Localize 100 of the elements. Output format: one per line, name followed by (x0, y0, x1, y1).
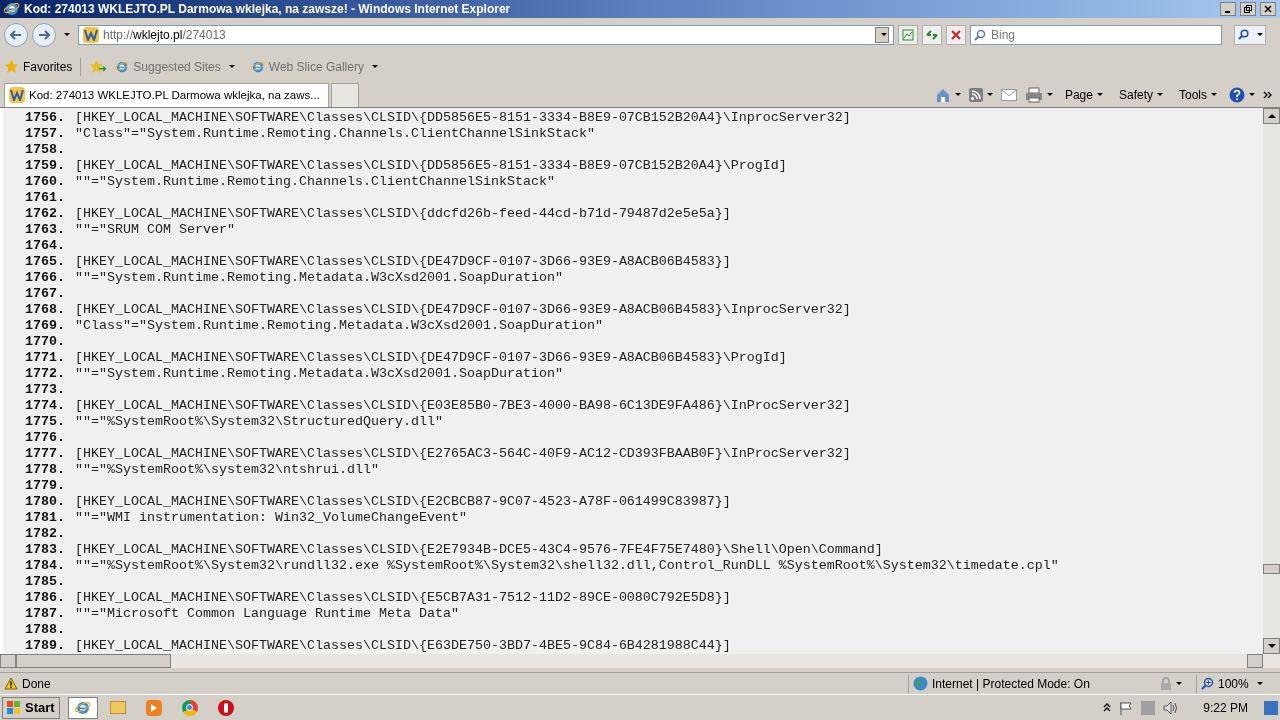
code-line: [HKEY_LOCAL_MACHINE\SOFTWARE\Classes\CLSID\{DE47D9CF-0107-3D66-93E9-A8ACB06B4583}\ProgId] (75, 349, 787, 366)
code-line: ""="SRUM COM Server" (75, 221, 235, 238)
dropdown-caret-icon (1046, 93, 1053, 97)
code-line: [HKEY_LOCAL_MACHINE\SOFTWARE\Classes\CLSID\{DD5856E5-8151-3334-B8E9-07CB152B20A4}\InprocServer32] (75, 109, 851, 126)
line-number: 1778. (24, 461, 65, 478)
line-number: 1758. (24, 141, 65, 158)
code-line: ""="%SystemRoot%\System32\StructuredQuery.dll" (75, 413, 443, 430)
print-icon[interactable] (1024, 86, 1043, 103)
line-number: 1784. (24, 557, 65, 574)
line-number: 1780. (24, 493, 65, 510)
dropdown-caret-icon (1211, 93, 1217, 97)
line-number: 1767. (24, 285, 65, 302)
line-number: 1762. (24, 205, 65, 222)
zoom-button[interactable]: 100% (1196, 674, 1276, 693)
line-number: 1773. (24, 381, 65, 398)
feed-icon[interactable] (968, 87, 983, 102)
line-number: 1774. (24, 397, 65, 414)
line-number: 1761. (24, 189, 65, 206)
help-icon[interactable] (1229, 86, 1245, 103)
flag-icon[interactable] (1119, 700, 1134, 715)
line-number: 1786. (24, 589, 65, 606)
code-line: "Class"="System.Runtime.Remoting.Metadata.W3cXsd2001.SoapDuration" (75, 317, 603, 334)
command-menu[interactable]: Page (1060, 85, 1107, 104)
command-menu[interactable]: Tools (1175, 85, 1221, 104)
security-zone: Internet | Protected Mode: On (932, 675, 1090, 693)
line-number: 1757. (24, 125, 65, 142)
code-line: [HKEY_LOCAL_MACHINE\SOFTWARE\Classes\CLSID\{DE47D9CF-0107-3D66-93E9-A8ACB06B4583}] (75, 253, 731, 270)
code-line: ""="WMI instrumentation: Win32_VolumeChangeEvent" (75, 509, 467, 526)
code-line: [HKEY_LOCAL_MACHINE\SOFTWARE\Classes\CLSID\{E2765AC3-564C-40F9-AC12-CD393FBAAB0F}\InProcServer32] (75, 445, 851, 462)
search-button[interactable] (1234, 24, 1266, 45)
page-icon (902, 28, 914, 41)
line-number: 1772. (24, 365, 65, 382)
code-line: ""="System.Runtime.Remoting.Metadata.W3cXsd2001.SoapDuration" (75, 365, 563, 382)
dropdown-caret-icon (986, 93, 993, 97)
line-number: 1768. (24, 301, 65, 318)
site-w-logo-icon (9, 87, 25, 104)
line-number: 1769. (24, 317, 65, 334)
command-menu[interactable]: Safety (1114, 85, 1167, 104)
line-number: 1764. (24, 237, 65, 254)
home-icon[interactable] (934, 86, 951, 103)
chrome-icon[interactable] (181, 699, 198, 716)
globe-icon (913, 676, 928, 692)
stop-button[interactable] (946, 24, 966, 45)
star-with-arrow-icon[interactable] (89, 59, 108, 75)
line-number: 1782. (24, 525, 65, 542)
line-number: 1785. (24, 573, 65, 590)
browser-e-icon (115, 59, 130, 74)
search-field[interactable]: Bing (970, 24, 1222, 45)
code-line: [HKEY_LOCAL_MACHINE\SOFTWARE\Classes\CLSID\{E2CBCB87-9C07-4523-A78F-061499C83987}] (75, 493, 731, 510)
browser-tab[interactable]: Kod: 274013 WKLEJTO.PL Darmowa wklejka, na zaws... (4, 82, 329, 107)
code-line: [HKEY_LOCAL_MACHINE\SOFTWARE\Classes\CLSID\{ddcfd26b-feed-44cd-b71d-79487d2e5e5a}] (75, 205, 731, 222)
double-chevron-icon[interactable] (1263, 90, 1272, 99)
back-button[interactable] (4, 22, 28, 47)
code-line: ""="Microsoft Common Language Runtime Meta Data" (75, 605, 459, 622)
start-button[interactable]: Start (2, 696, 60, 719)
vertical-scrollbar[interactable] (1263, 107, 1280, 655)
dropdown-caret-icon (64, 33, 70, 37)
address-field[interactable]: http://wklejto.pl/274013 (78, 24, 894, 45)
dropdown-caret-icon (1256, 33, 1263, 37)
line-number: 1776. (24, 429, 65, 446)
line-number: 1770. (24, 333, 65, 350)
code-line: [HKEY_LOCAL_MACHINE\SOFTWARE\Classes\CLSID\{E63DE750-3BD7-4BE5-9C84-6B4281988C44}] (75, 637, 731, 654)
refresh-button[interactable] (922, 24, 942, 45)
dropdown-caret-icon (1096, 93, 1103, 97)
line-number: 1789. (24, 637, 65, 654)
media-player-icon[interactable] (145, 699, 162, 716)
line-number: 1763. (24, 221, 65, 238)
mail-icon[interactable] (1000, 88, 1017, 101)
code-line: [HKEY_LOCAL_MACHINE\SOFTWARE\Classes\CLSID\{DE47D9CF-0107-3D66-93E9-A8ACB06B4583}\InprocServer32] (75, 301, 851, 318)
line-number: 1771. (24, 349, 65, 366)
line-number: 1788. (24, 621, 65, 638)
close-icon[interactable] (1260, 2, 1276, 16)
chevron-up-icon[interactable] (1103, 703, 1112, 713)
compatibility-button[interactable] (898, 24, 918, 45)
dropdown-button[interactable] (875, 26, 889, 43)
line-number: 1766. (24, 269, 65, 286)
dropdown-caret-icon (1249, 93, 1255, 97)
favorites-button[interactable]: Favorites (4, 57, 82, 76)
restore-icon[interactable] (1240, 2, 1256, 16)
refresh-icon (925, 28, 939, 41)
dropdown-caret-icon (954, 93, 961, 97)
minimize-icon[interactable] (1220, 2, 1236, 16)
clock: 9:22 PM (1203, 699, 1248, 717)
line-number: 1777. (24, 445, 65, 462)
right-arrow-icon (38, 29, 50, 40)
dropdown-caret-icon (371, 65, 378, 69)
code-line: ""="System.Runtime.Remoting.Channels.ClientChannelSinkStack" (75, 173, 555, 190)
forward-button[interactable] (32, 22, 56, 47)
opera-icon[interactable] (217, 699, 234, 716)
horizontal-scrollbar[interactable] (0, 654, 1280, 669)
code-line: [HKEY_LOCAL_MACHINE\SOFTWARE\Classes\CLSID\{E5CB7A31-7512-11D2-89CE-0080C792E5D8}] (75, 589, 731, 606)
windows-logo-icon (7, 700, 21, 715)
line-number: 1775. (24, 413, 65, 430)
new-tab-button[interactable] (330, 82, 359, 107)
window-title: Kod: 274013 WKLEJTO.PL Darmowa wklejka, na zawsze! - Windows Internet Explorer (24, 1, 512, 18)
code-line: [HKEY_LOCAL_MACHINE\SOFTWARE\Classes\CLSID\{DD5856E5-8151-3334-B8E9-07CB152B20A4}\ProgId] (75, 157, 787, 174)
taskbar-browser-button[interactable] (67, 696, 98, 719)
speaker-icon[interactable] (1163, 700, 1180, 715)
code-line: [HKEY_LOCAL_MACHINE\SOFTWARE\Classes\CLSID\{E2E7934B-DCE5-43C4-9576-7FE4F75E7480}\Shell\Open\Command] (75, 541, 883, 558)
dropdown-caret-icon (1256, 682, 1263, 686)
